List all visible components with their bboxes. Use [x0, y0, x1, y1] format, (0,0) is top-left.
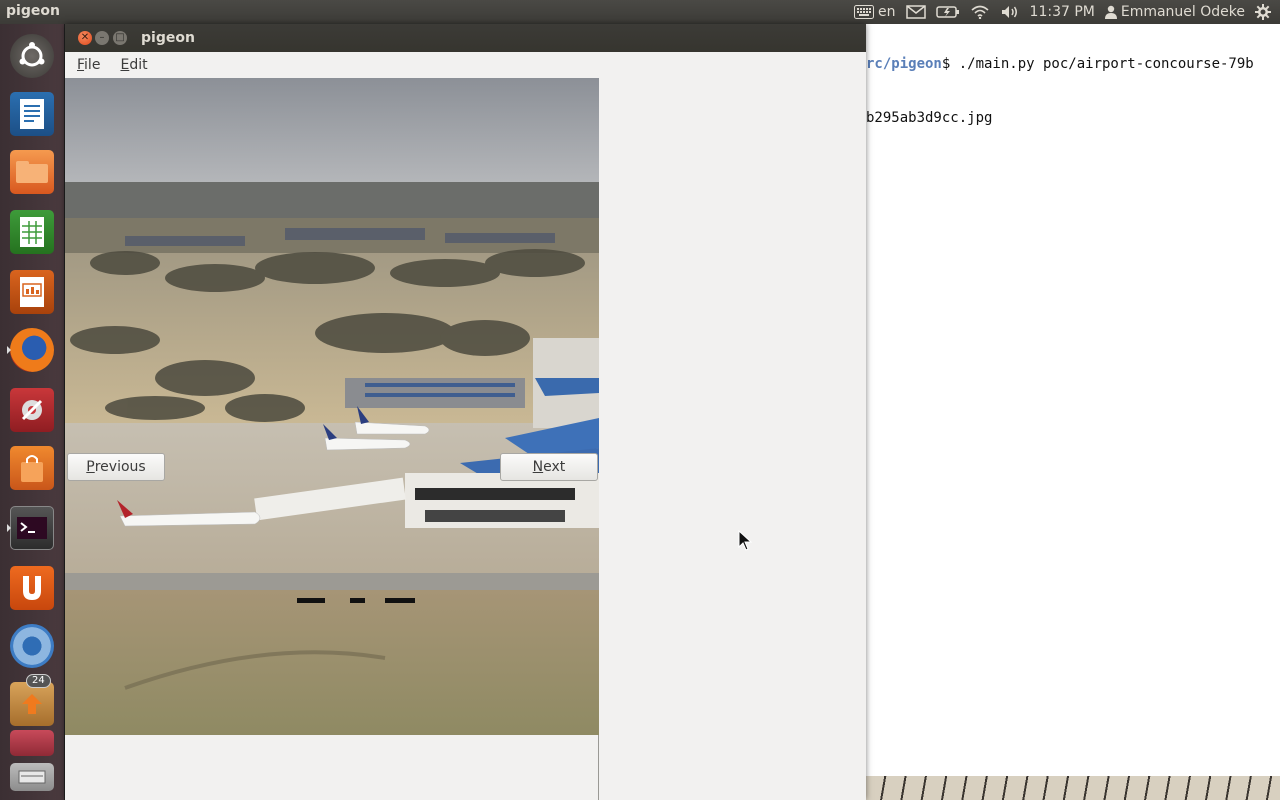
menu-edit[interactable]: Edit	[112, 57, 155, 73]
keyboard-indicator[interactable]: en	[849, 0, 901, 24]
wifi-icon	[971, 5, 989, 19]
launcher-item-calc[interactable]	[6, 206, 58, 258]
terminal-output-line: b295ab3d9cc.jpg	[866, 110, 993, 126]
printer-icon	[10, 730, 54, 756]
terminal-command: $ ./main.py poc/airport-concourse-79b	[941, 56, 1254, 72]
network-indicator[interactable]	[965, 0, 995, 24]
launcher-item-writer[interactable]	[6, 88, 58, 140]
update-count-badge: 24	[26, 674, 51, 688]
previous-button[interactable]: Previous	[67, 453, 165, 481]
update-icon	[10, 682, 54, 726]
airport-photo	[65, 78, 599, 735]
window-close-button[interactable]: ✕	[78, 31, 92, 45]
user-indicator[interactable]: Emmanuel Odeke	[1100, 0, 1250, 24]
running-indicator	[7, 524, 11, 532]
panel-app-title: pigeon	[6, 3, 60, 19]
keyboard-layout-label: en	[878, 4, 896, 20]
shopping-bag-icon	[10, 446, 54, 490]
terminal-path: rc/pigeon	[866, 56, 942, 72]
ubuntu-logo-icon	[10, 34, 54, 78]
window-maximize-button[interactable]: □	[113, 31, 127, 45]
menu-file[interactable]: File	[69, 57, 108, 73]
launcher-item-impress[interactable]	[6, 266, 58, 318]
window-minimize-button[interactable]: –	[95, 31, 109, 45]
image-panel: Previous Next	[65, 78, 599, 800]
mouse-cursor-icon	[738, 530, 753, 551]
speaker-icon	[1001, 6, 1017, 18]
terminal-window[interactable]: rc/pigeon$ ./main.py poc/airport-concour…	[866, 24, 1280, 776]
messaging-indicator[interactable]	[901, 0, 931, 24]
terminal-command-line: rc/pigeon$ ./main.py poc/airport-concour…	[866, 56, 1254, 72]
keyboard-icon	[854, 5, 875, 19]
menu-bar: File Edit	[65, 52, 866, 78]
launcher-item-software-center[interactable]	[6, 442, 58, 494]
launcher: 24	[0, 24, 65, 800]
ubuntu-one-icon	[10, 566, 54, 610]
pigeon-window: ✕ – □ pigeon File Edit P revious N ext	[65, 24, 866, 800]
launcher-item-scanner[interactable]	[6, 760, 58, 794]
launcher-item-ubuntu-one[interactable]	[6, 562, 58, 614]
spreadsheet-icon	[10, 210, 54, 254]
chromium-icon	[10, 624, 54, 668]
gear-icon	[1255, 4, 1271, 20]
launcher-item-firefox[interactable]	[6, 324, 58, 376]
launcher-item-ubuntu-dash[interactable]	[6, 30, 58, 82]
window-titlebar[interactable]: ✕ – □ pigeon	[65, 24, 866, 52]
running-indicator	[7, 346, 11, 354]
writer-icon	[10, 92, 54, 136]
launcher-item-system-settings[interactable]	[6, 384, 58, 436]
window-content: Previous Next	[65, 78, 866, 800]
envelope-icon	[905, 5, 926, 19]
battery-icon	[935, 6, 959, 18]
user-icon	[1104, 5, 1117, 19]
launcher-item-files[interactable]	[6, 146, 58, 198]
launcher-item-terminal[interactable]	[6, 502, 58, 554]
presentation-icon	[10, 270, 54, 314]
session-indicator[interactable]	[1250, 0, 1276, 24]
sound-indicator[interactable]	[995, 0, 1025, 24]
scanner-icon	[10, 763, 54, 791]
user-name: Emmanuel Odeke	[1120, 4, 1245, 20]
clock[interactable]: 11:37 PM	[1025, 0, 1100, 24]
launcher-item-chromium[interactable]	[6, 620, 58, 672]
window-title: pigeon	[141, 30, 195, 46]
side-panel	[600, 78, 866, 800]
panel-indicators: en 11:37 PM Emmanuel Odeke	[849, 0, 1276, 24]
firefox-icon	[10, 328, 54, 372]
folder-icon	[10, 150, 54, 194]
battery-indicator[interactable]	[931, 0, 965, 24]
desktop-wallpaper-strip	[866, 776, 1280, 800]
desktop-screen: pigeon en 11:37 PM Emmanuel Odeke rc/pig…	[0, 0, 1280, 800]
top-panel: pigeon en 11:37 PM Emmanuel Odeke	[0, 0, 1280, 24]
terminal-icon	[10, 506, 54, 550]
settings-icon	[10, 388, 54, 432]
launcher-item-printer[interactable]	[6, 728, 58, 758]
next-button[interactable]: Next	[500, 453, 598, 481]
